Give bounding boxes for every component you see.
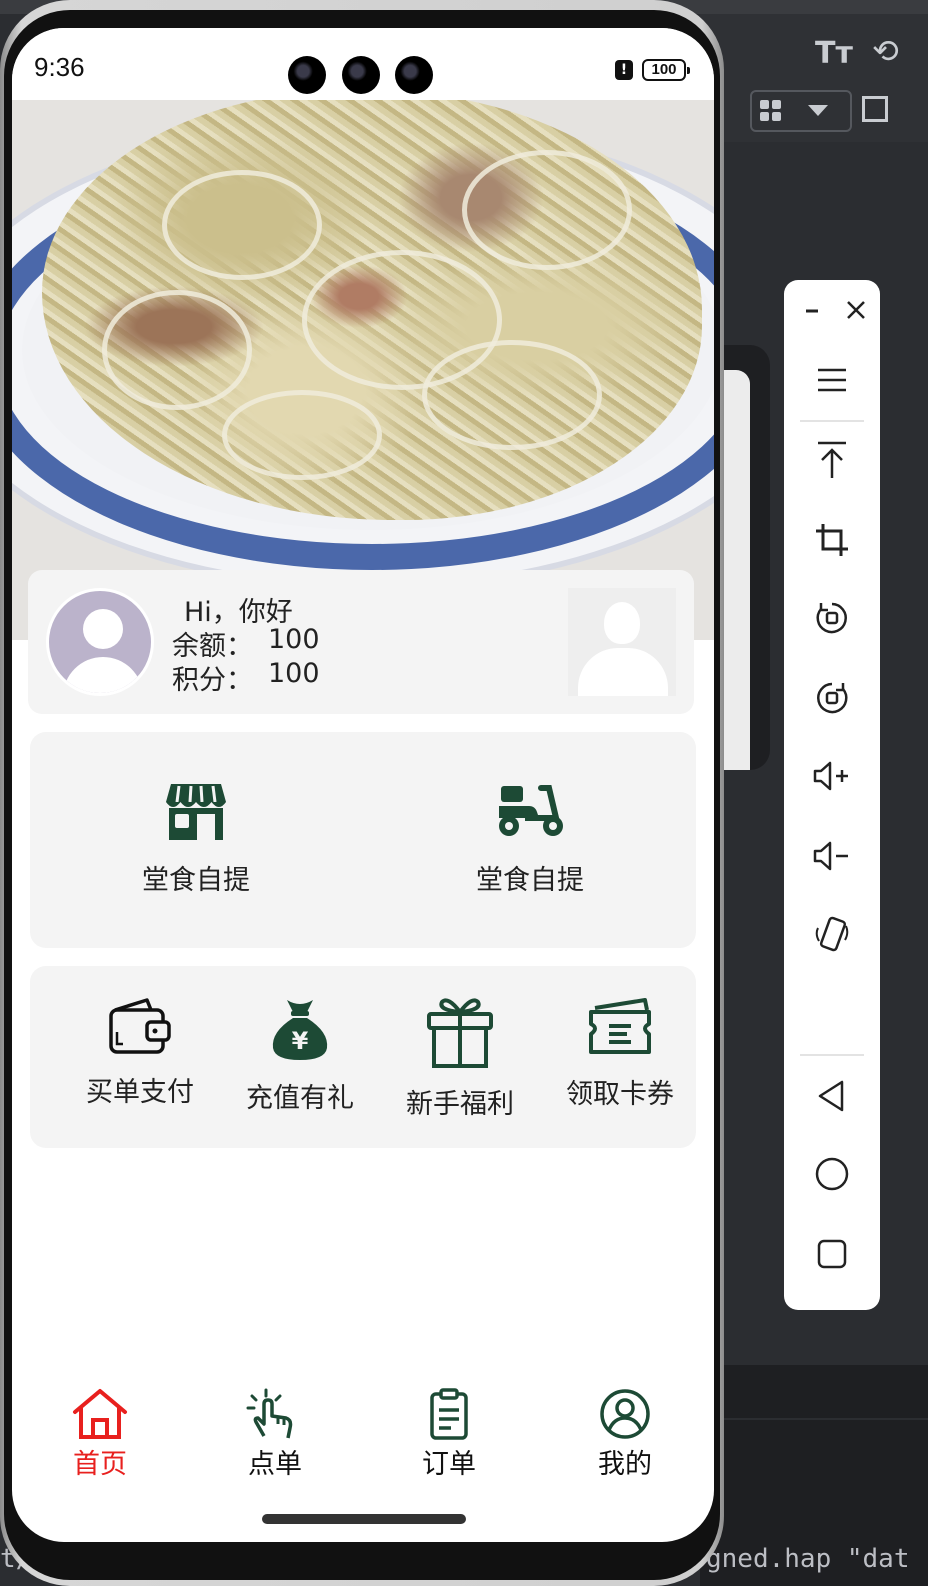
tab-orders[interactable]: 订单 — [389, 1388, 509, 1481]
status-time: 9:36 — [34, 52, 85, 82]
tab-home[interactable]: 首页 — [40, 1388, 160, 1481]
action-label: 领取卡券 — [566, 1079, 674, 1110]
camera-icon — [342, 56, 380, 94]
tab-label: 订单 — [422, 1449, 476, 1480]
toolbar-divider — [800, 420, 864, 422]
points-label: 积分： — [172, 665, 253, 696]
tab-label: 首页 — [73, 1449, 127, 1480]
quick-actions-card: 买单支付 ¥ 充值有礼 新手福利 领取卡券 — [30, 966, 696, 1148]
tab-order-food[interactable]: 点单 — [215, 1388, 335, 1481]
grid-icon — [760, 100, 782, 122]
delivery-button[interactable]: 堂食自提 — [430, 782, 630, 897]
banner-carousel[interactable] — [12, 100, 714, 640]
recharge-gift-button[interactable]: ¥ 充值有礼 — [220, 996, 380, 1115]
balance-value: 100 — [268, 624, 320, 655]
refresh-icon[interactable]: ⟲ — [872, 32, 899, 70]
clipboard-icon — [430, 1388, 468, 1440]
toolbar-divider — [800, 1054, 864, 1056]
console-fragment-right: gned.hap "dat — [706, 1544, 910, 1574]
status-bar: 9:36 ! 100 — [12, 28, 714, 100]
action-label: 新手福利 — [406, 1089, 514, 1120]
menu-icon[interactable] — [808, 356, 856, 404]
shake-icon[interactable] — [808, 910, 856, 958]
gift-icon — [427, 998, 493, 1068]
back-icon[interactable] — [808, 1072, 856, 1120]
alert-icon: ! — [615, 60, 633, 80]
points-value: 100 — [268, 658, 320, 689]
service-card: 堂食自提 堂食自提 — [30, 732, 696, 948]
storefront-icon — [166, 784, 226, 840]
close-icon[interactable] — [832, 286, 880, 334]
points-row: 积分： 100 — [172, 658, 320, 697]
ide-divider — [700, 1418, 928, 1420]
volume-up-icon[interactable] — [808, 752, 856, 800]
wallet-icon — [109, 998, 171, 1054]
ide-preview-edge — [720, 370, 750, 770]
recents-icon[interactable] — [808, 1230, 856, 1278]
frame-icon[interactable] — [862, 96, 888, 122]
scooter-icon — [499, 785, 563, 836]
tab-profile[interactable]: 我的 — [565, 1388, 685, 1481]
crop-icon[interactable] — [808, 516, 856, 564]
rotate-right-icon[interactable] — [808, 674, 856, 722]
newcomer-benefits-button[interactable]: 新手福利 — [380, 996, 540, 1121]
service-label: 堂食自提 — [476, 865, 584, 896]
profile-card[interactable]: Hi，你好 余额： 100 积分： 100 — [28, 570, 694, 714]
camera-icon — [288, 56, 326, 94]
minimize-icon[interactable] — [788, 286, 836, 334]
member-code-image[interactable] — [568, 588, 676, 696]
tab-label: 我的 — [598, 1449, 652, 1480]
service-label: 堂食自提 — [142, 865, 250, 896]
svg-text:¥: ¥ — [292, 1027, 309, 1055]
tap-hand-icon — [246, 1388, 293, 1439]
action-label: 充值有礼 — [246, 1083, 354, 1114]
battery-icon: 100 — [642, 59, 690, 81]
camera-icon — [395, 56, 433, 94]
action-label: 买单支付 — [86, 1077, 194, 1108]
tab-label: 点单 — [248, 1449, 302, 1480]
chevron-down-icon — [808, 105, 828, 116]
pin-top-icon[interactable] — [808, 436, 856, 484]
home-circle-icon[interactable] — [808, 1150, 856, 1198]
home-icon — [73, 1389, 127, 1439]
rotate-left-icon[interactable] — [808, 594, 856, 642]
ticket-icon — [589, 998, 651, 1054]
bottom-tab-bar: 首页 点单 订单 我的 — [12, 1388, 714, 1488]
pay-bill-button[interactable]: 买单支付 — [60, 996, 220, 1109]
home-indicator[interactable] — [262, 1514, 466, 1524]
phone-screen: 9:36 ! 100 Hi，你好 余额： 100 积分： 100 堂食自提 堂食… — [12, 28, 714, 1542]
dine-in-pickup-button[interactable]: 堂食自提 — [96, 782, 296, 897]
avatar[interactable] — [46, 588, 154, 696]
font-size-icon[interactable]: Tт — [815, 36, 853, 71]
emulator-toolbar — [784, 280, 880, 1310]
user-circle-icon — [600, 1389, 650, 1439]
claim-coupons-button[interactable]: 领取卡券 — [540, 996, 700, 1111]
money-bag-icon: ¥ — [272, 1000, 328, 1060]
volume-down-icon[interactable] — [808, 832, 856, 880]
